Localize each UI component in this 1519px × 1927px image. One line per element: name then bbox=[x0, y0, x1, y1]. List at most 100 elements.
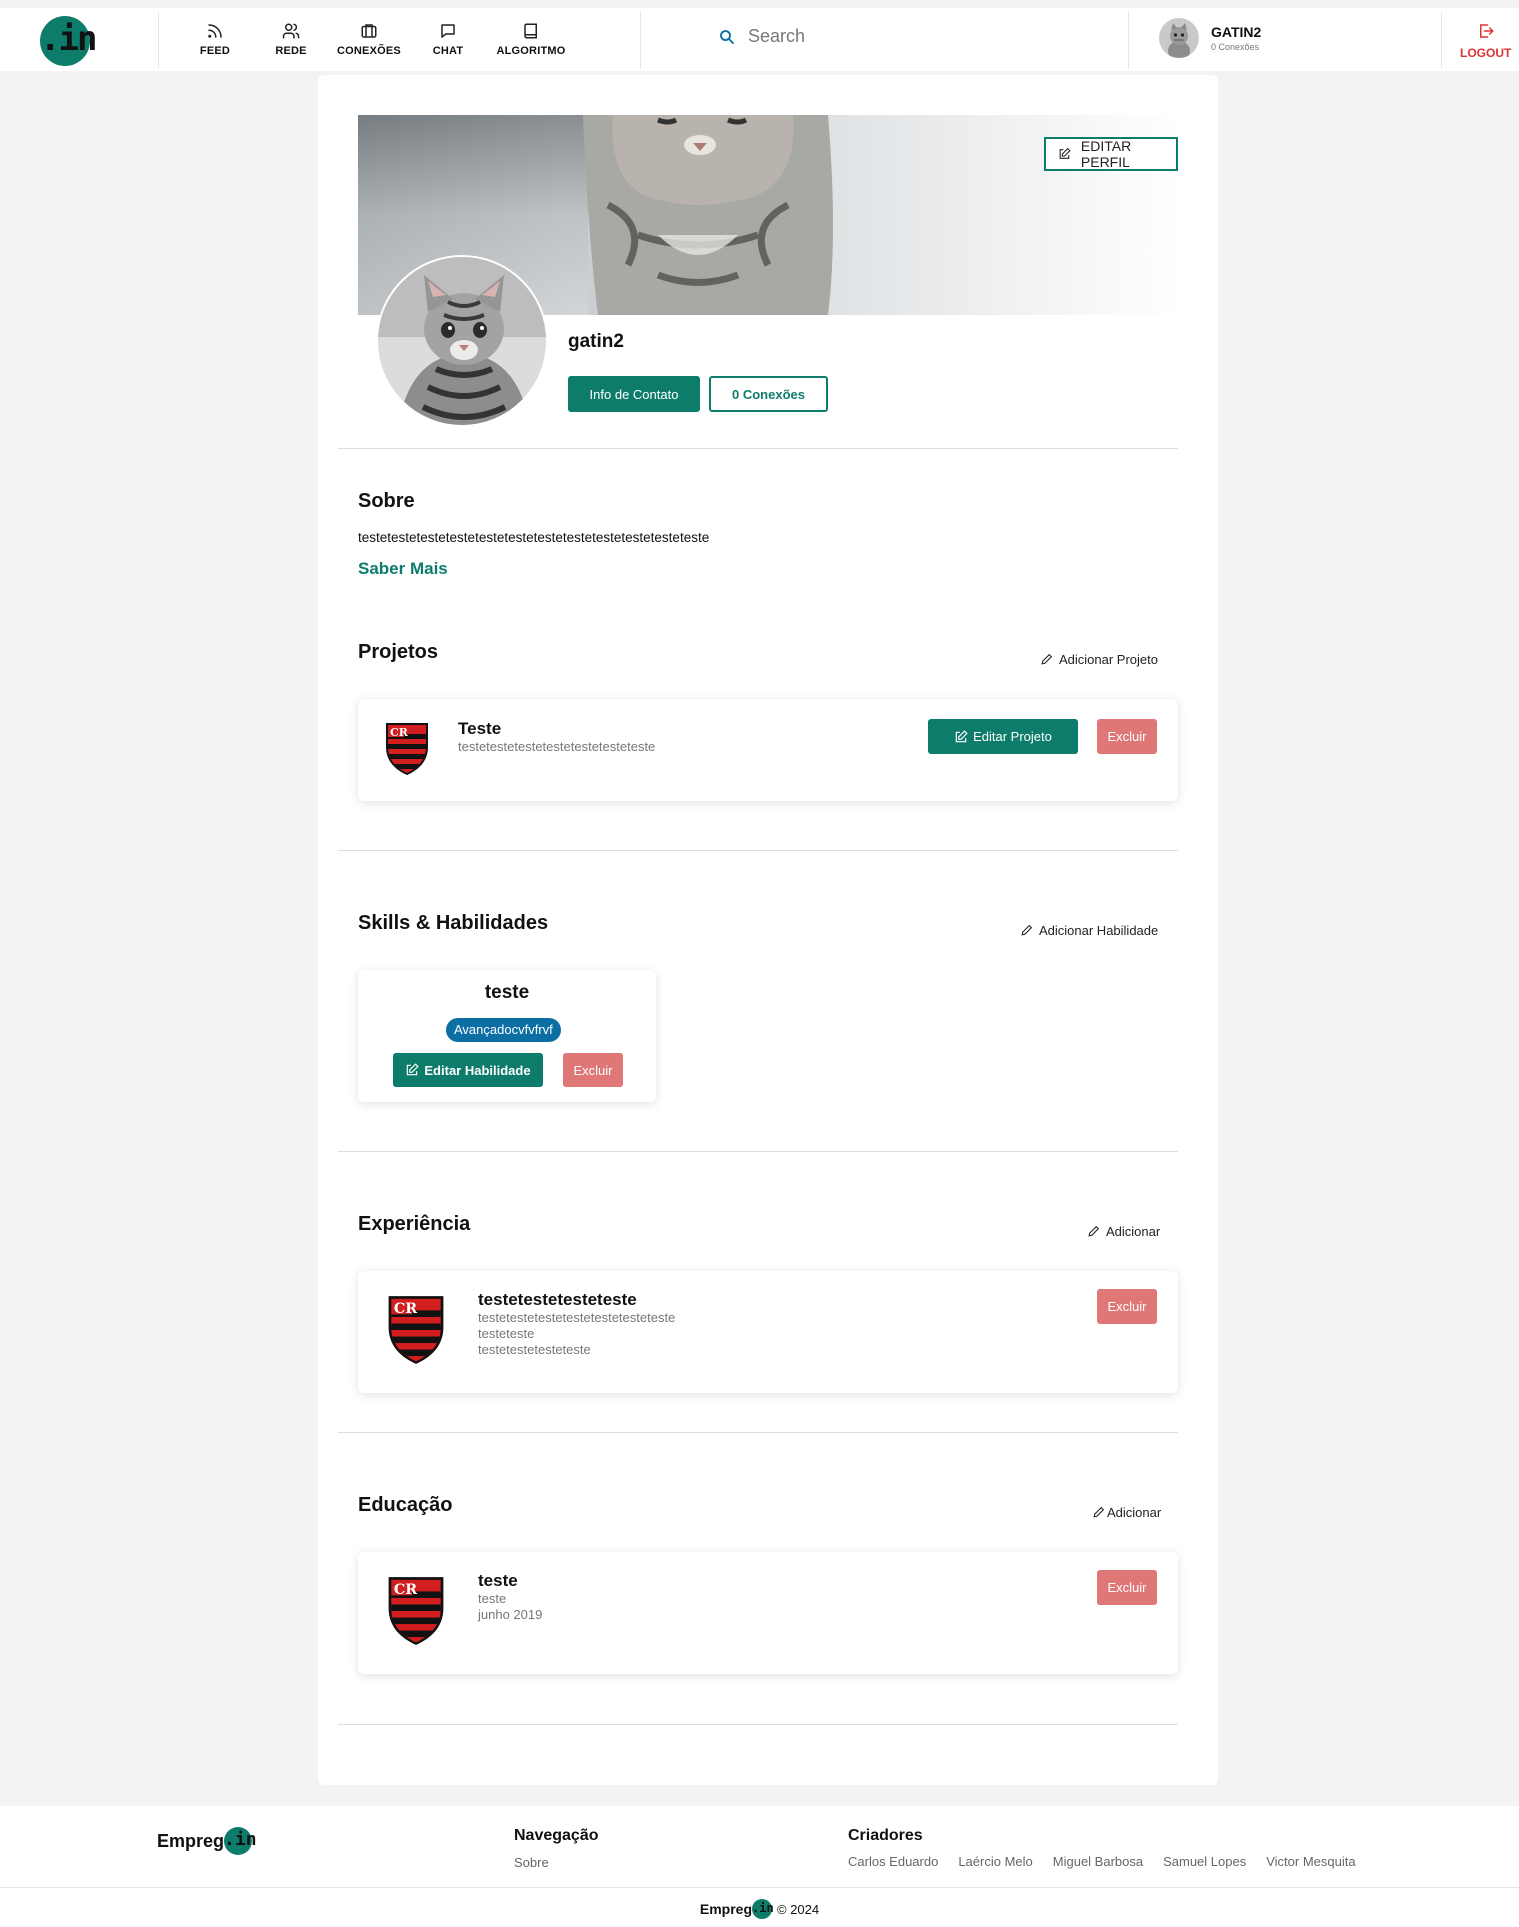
app-logo[interactable]: .in bbox=[40, 16, 97, 66]
experience-title-text: testetestetesteteste bbox=[478, 1290, 637, 1309]
divider bbox=[338, 448, 1178, 449]
logout-label: LOGOUT bbox=[1460, 46, 1512, 60]
add-experience-label: Adicionar bbox=[1106, 1224, 1161, 1239]
skill-name: teste bbox=[484, 982, 530, 1003]
education-title: Educação bbox=[358, 1494, 453, 1516]
add-project-label: Adicionar Projeto bbox=[1059, 652, 1158, 667]
nav-chat-label: CHAT bbox=[432, 45, 464, 57]
delete-education-button[interactable]: Excluir bbox=[1097, 1570, 1157, 1605]
pencil-icon bbox=[1021, 924, 1033, 936]
footer-brand-text: Empreg bbox=[157, 1830, 225, 1851]
user-avatar bbox=[1159, 18, 1199, 58]
logout-button[interactable]: LOGOUT bbox=[1460, 22, 1511, 60]
search-bar bbox=[718, 26, 1098, 47]
skill-level-badge: Avançadocvfvfrvf bbox=[446, 1018, 561, 1042]
search-icon bbox=[720, 29, 734, 44]
divider bbox=[338, 850, 1178, 851]
rss-icon bbox=[208, 24, 222, 38]
read-more-link[interactable]: Saber Mais bbox=[358, 559, 448, 579]
edit-skill-label: Editar Habilidade bbox=[424, 1062, 531, 1078]
pencil-icon bbox=[1041, 653, 1053, 665]
add-education-label: Adicionar bbox=[1107, 1505, 1162, 1520]
pencil-icon bbox=[1088, 1225, 1100, 1237]
divider bbox=[338, 1151, 1178, 1152]
footer: Empreg .in Navegação Sobre Criadores Car… bbox=[0, 1806, 1519, 1927]
footer-nav-links: Sobre bbox=[514, 1854, 549, 1872]
nav-feed-label: FEED bbox=[199, 45, 231, 57]
footer-brand-badge: .in bbox=[224, 1827, 257, 1855]
top-navbar: .in FEED REDE CONEXÕES CHAT ALGORITMO Se… bbox=[0, 8, 1519, 71]
main-nav: FEED REDE CONEXÕES CHAT ALGORITMO bbox=[196, 22, 566, 57]
projects-title: Projetos bbox=[358, 641, 439, 663]
skills-title: Skills & Habilidades bbox=[358, 912, 549, 934]
logout-icon bbox=[1479, 24, 1494, 38]
footer-copyright-brand: Empreg bbox=[699, 1901, 752, 1917]
edit-project-button[interactable]: Editar Projeto bbox=[928, 719, 1078, 754]
nav-conexoes[interactable]: CONEXÕES bbox=[336, 22, 402, 57]
profile-avatar bbox=[376, 255, 548, 427]
experience-company: testetestetestetestetestetesteteste bbox=[478, 1310, 676, 1325]
project-title: Teste bbox=[458, 719, 502, 738]
user-menu[interactable]: GATIN2 0 Conexões bbox=[1159, 18, 1261, 58]
divider bbox=[338, 1432, 1178, 1433]
experience-location: testeteste bbox=[478, 1326, 535, 1341]
education-institution: teste bbox=[478, 1571, 518, 1590]
pencil-icon bbox=[1093, 1506, 1105, 1518]
book-icon bbox=[524, 23, 537, 39]
about-text: testetestetestetestetestetestetesteteste… bbox=[358, 530, 710, 545]
club-shield-icon: CR bbox=[386, 723, 428, 775]
add-project-link[interactable]: Adicionar Projeto bbox=[1040, 652, 1158, 667]
add-education-link[interactable]: Adicionar bbox=[1092, 1505, 1161, 1520]
creator-link[interactable]: Victor Mesquita bbox=[1266, 1854, 1355, 1869]
divider bbox=[338, 1724, 1178, 1725]
skill-card: teste Avançadocvfvfrvf Editar Habilidade… bbox=[358, 970, 656, 1102]
education-date: junho 2019 bbox=[478, 1607, 543, 1622]
contact-info-button[interactable]: Info de Contato bbox=[568, 376, 700, 412]
add-skill-label: Adicionar Habilidade bbox=[1039, 923, 1159, 938]
delete-skill-button[interactable]: Excluir bbox=[563, 1053, 623, 1087]
experience-title: Experiência bbox=[358, 1213, 471, 1235]
profile-card: EDITAR PERFIL gatin2 Info de Contato 0 C… bbox=[318, 75, 1218, 1785]
svg-text:CR: CR bbox=[390, 726, 409, 739]
creator-link[interactable]: Samuel Lopes bbox=[1163, 1854, 1246, 1869]
connections-button[interactable]: 0 Conexões bbox=[709, 376, 828, 412]
copyright-text: © 2024 bbox=[777, 1901, 820, 1917]
about-title: Sobre bbox=[358, 490, 415, 512]
edit-icon bbox=[407, 1063, 420, 1076]
nav-feed[interactable]: FEED bbox=[196, 22, 234, 57]
experience-card: CR testetestetesteteste testetestetestet… bbox=[358, 1271, 1178, 1393]
add-skill-link[interactable]: Adicionar Habilidade bbox=[1020, 923, 1158, 938]
nav-algoritmo[interactable]: ALGORITMO bbox=[496, 22, 566, 57]
edit-profile-label: EDITAR PERFIL bbox=[1080, 138, 1132, 170]
experience-period: testetestetesteteste bbox=[478, 1342, 591, 1357]
user-name: GATIN2 bbox=[1211, 24, 1262, 40]
creator-link[interactable]: Miguel Barbosa bbox=[1053, 1854, 1143, 1869]
profile-name: gatin2 bbox=[568, 331, 624, 352]
edit-profile-button[interactable]: EDITAR PERFIL bbox=[1044, 137, 1178, 171]
nav-rede-label: REDE bbox=[275, 45, 307, 57]
add-experience-link[interactable]: Adicionar bbox=[1087, 1224, 1160, 1239]
briefcase-icon bbox=[361, 24, 377, 38]
footer-creators-list: Carlos Eduardo Laércio Melo Miguel Barbo… bbox=[848, 1854, 1356, 1869]
svg-text:CR: CR bbox=[394, 1301, 417, 1317]
club-shield-icon: CR bbox=[388, 1296, 444, 1364]
nav-chat[interactable]: CHAT bbox=[428, 22, 468, 57]
footer-nav-title: Navegação bbox=[514, 1827, 599, 1844]
edit-skill-button[interactable]: Editar Habilidade bbox=[393, 1053, 543, 1087]
nav-rede[interactable]: REDE bbox=[272, 22, 310, 57]
creator-link[interactable]: Laércio Melo bbox=[958, 1854, 1032, 1869]
education-course: teste bbox=[478, 1591, 507, 1606]
club-shield-icon: CR bbox=[388, 1577, 444, 1645]
users-icon bbox=[282, 23, 300, 39]
delete-experience-button[interactable]: Excluir bbox=[1097, 1289, 1157, 1324]
footer-link-sobre[interactable]: Sobre bbox=[514, 1855, 549, 1870]
delete-project-button[interactable]: Excluir bbox=[1097, 719, 1157, 754]
search-input[interactable] bbox=[748, 26, 1048, 47]
nav-conexoes-label: CONEXÕES bbox=[337, 45, 401, 57]
user-connections: 0 Conexões bbox=[1211, 42, 1260, 52]
nav-algoritmo-label: ALGORITMO bbox=[496, 45, 566, 57]
education-card: CR teste teste junho 2019 Excluir bbox=[358, 1552, 1178, 1674]
footer-copyright-badge: .in bbox=[752, 1899, 774, 1919]
creator-link[interactable]: Carlos Eduardo bbox=[848, 1854, 938, 1869]
footer-copyright: Empreg .in © 2024 bbox=[0, 1899, 1519, 1919]
